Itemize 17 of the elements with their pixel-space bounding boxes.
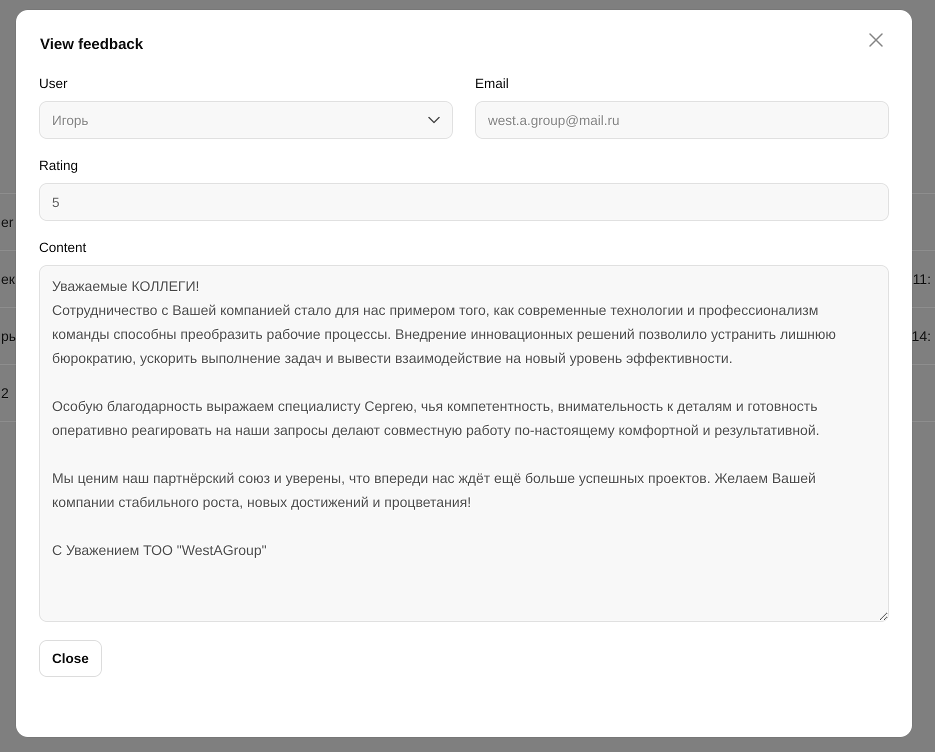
field-label: Content bbox=[39, 240, 88, 255]
table-cell: er bbox=[1, 214, 14, 230]
field-label: Email bbox=[475, 76, 510, 91]
email-field[interactable]: west.a.group@mail.ru bbox=[475, 101, 889, 139]
close-button[interactable]: Close bbox=[39, 640, 102, 677]
field-label: Rating bbox=[39, 158, 80, 173]
table-cell: ек bbox=[1, 271, 15, 287]
chevron-down-icon bbox=[428, 116, 440, 124]
table-cell: 2 bbox=[1, 385, 9, 401]
content-textarea[interactable]: Уважаемые КОЛЛЕГИ! Сотрудничество с Вашей компанией стало для нас примером того, как современные технологии и профессионализм команды способны преобразить рабочие процессы. Внедрение инновационных решений позволило устранить лишнюю бюрократию, ускорить выполнение задач и вывести взаимодействие на новый уровень эффективности. Особую благодарность выражаем специалисту Сергею, чья компетентность, внимательность к деталям и готовность оперативно реагировать на наши запросы делают совместную работу по-настоящему комфортной и результативной. Мы ценим наш партнёрский союз и уверены, что впереди нас ждёт ещё больше успешных проектов. Желаем Вашей компании стабильного роста, новых достижений и процветания! С Уважением ТОО "WestAGroup" bbox=[39, 265, 889, 622]
dialog-title: View feedback bbox=[40, 36, 144, 53]
table-cell: 11: bbox=[912, 271, 931, 287]
rating-field[interactable]: 5 bbox=[39, 183, 889, 221]
close-icon[interactable] bbox=[868, 32, 884, 48]
field-label: User bbox=[39, 76, 69, 91]
table-cell: 14: bbox=[912, 328, 931, 344]
user-select[interactable]: Игорь bbox=[39, 101, 453, 139]
